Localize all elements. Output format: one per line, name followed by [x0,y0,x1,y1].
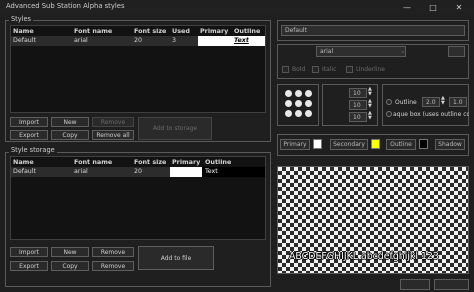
margin-vertical-spinner-icon[interactable]: ▲ ▼ [368,111,372,121]
italic-label: Italic [322,66,337,73]
align-top-center[interactable] [295,90,302,97]
minimize-icon[interactable]: — [396,0,418,14]
font-name-value: arial [320,48,334,55]
window-title: Advanced Sub Station Alpha styles [6,2,125,10]
font-size-input[interactable] [448,46,465,57]
underline-label: Underline [356,66,385,73]
align-top-left[interactable] [285,90,292,97]
bold-label: Bold [292,66,306,73]
row-used: 3 [172,37,177,44]
storage-col-size[interactable]: Font size [134,158,166,166]
maximize-icon[interactable]: □ [422,0,444,14]
style-name-input[interactable]: Default [281,25,465,36]
primary-color-swatch[interactable] [313,139,322,149]
new-button[interactable]: New [51,117,89,127]
align-middle-center[interactable] [295,100,302,107]
opaque-box-label: aque box (uses outline co [393,111,469,118]
storage-group-label: Style storage [9,146,57,154]
margin-right-input[interactable]: 10 [349,100,367,110]
shadow-color-button[interactable]: Shadow [435,139,465,150]
storage-remove-button[interactable]: Remove [92,247,134,257]
styles-col-primary[interactable]: Primary [200,27,228,35]
underline-checkbox[interactable] [346,66,353,73]
add-to-file-button[interactable]: Add to file [138,246,214,270]
outline-color-button[interactable]: Outline [386,139,416,150]
margin-left-spinner-icon[interactable]: ▲ ▼ [368,87,372,97]
row-outline-text: Text [234,37,249,44]
storage-col-name[interactable]: Name [13,158,34,166]
storage-row-primary-preview [170,167,202,177]
styles-col-font[interactable]: Font name [74,27,112,35]
margin-left-input[interactable]: 10 [349,88,367,98]
export-button[interactable]: Export [10,130,48,140]
storage-row-name: Default [13,168,37,175]
import-button[interactable]: Import [10,117,48,127]
storage-export-button[interactable]: Export [10,261,48,271]
outline-radio-label: Outline [395,99,417,106]
shadow-depth-input[interactable]: 1.0 [449,97,467,107]
margin-right-spinner-icon[interactable]: ▲ ▼ [368,99,372,109]
align-middle-left[interactable] [285,100,292,107]
chevron-down-icon: ⌄ [400,47,406,55]
styles-col-outline[interactable]: Outline [234,27,260,35]
storage-import-button[interactable]: Import [10,247,48,257]
remove-button[interactable]: Remove [92,117,134,127]
primary-color-button[interactable]: Primary [280,139,310,150]
outline-radio[interactable] [386,99,392,105]
add-to-storage-button[interactable]: Add to storage [138,117,212,140]
storage-copy-button[interactable]: Copy [51,261,89,271]
remove-all-button[interactable]: Remove all [92,130,134,140]
ok-button[interactable] [400,279,430,290]
storage-col-outline[interactable]: Outline [205,158,231,166]
styles-col-used[interactable]: Used [172,27,190,35]
outline-width-input[interactable]: 2.0 [422,97,440,107]
outline-color-swatch[interactable] [419,139,428,149]
storage-col-primary[interactable]: Primary [172,158,200,166]
font-name-select[interactable]: arial [316,46,406,57]
row-name: Default [13,37,37,44]
bold-checkbox[interactable] [282,66,289,73]
italic-checkbox[interactable] [312,66,319,73]
align-middle-right[interactable] [305,100,312,107]
secondary-color-button[interactable]: Secondary [330,139,368,150]
opaque-box-radio[interactable] [386,111,392,117]
cancel-button[interactable] [434,279,469,290]
row-font: arial [74,37,88,44]
align-top-right[interactable] [305,90,312,97]
align-bottom-right[interactable] [305,110,312,117]
styles-group-label: Styles [9,15,33,23]
align-bottom-left[interactable] [285,110,292,117]
storage-row-outline-text: Text [205,168,218,175]
margin-vertical-input[interactable]: 10 [349,112,367,122]
preview-text: ABCDEFGHIJKL abcdefghijkl 123 [289,251,439,262]
outline-spinner-icon[interactable]: ▲ ▼ [441,96,445,106]
styles-col-size[interactable]: Font size [134,27,166,35]
close-icon[interactable]: ✕ [448,0,470,14]
styles-col-name[interactable]: Name [13,27,34,35]
row-size: 20 [134,37,143,44]
row-primary-preview [198,36,231,46]
storage-row-size: 20 [134,168,143,175]
copy-button[interactable]: Copy [51,130,89,140]
storage-row-font: arial [74,168,88,175]
align-bottom-center[interactable] [295,110,302,117]
storage-new-button[interactable]: New [51,247,89,257]
secondary-color-swatch[interactable] [371,139,380,149]
storage-col-font[interactable]: Font name [74,158,112,166]
storage-remove2-button[interactable]: Remove [92,261,134,271]
